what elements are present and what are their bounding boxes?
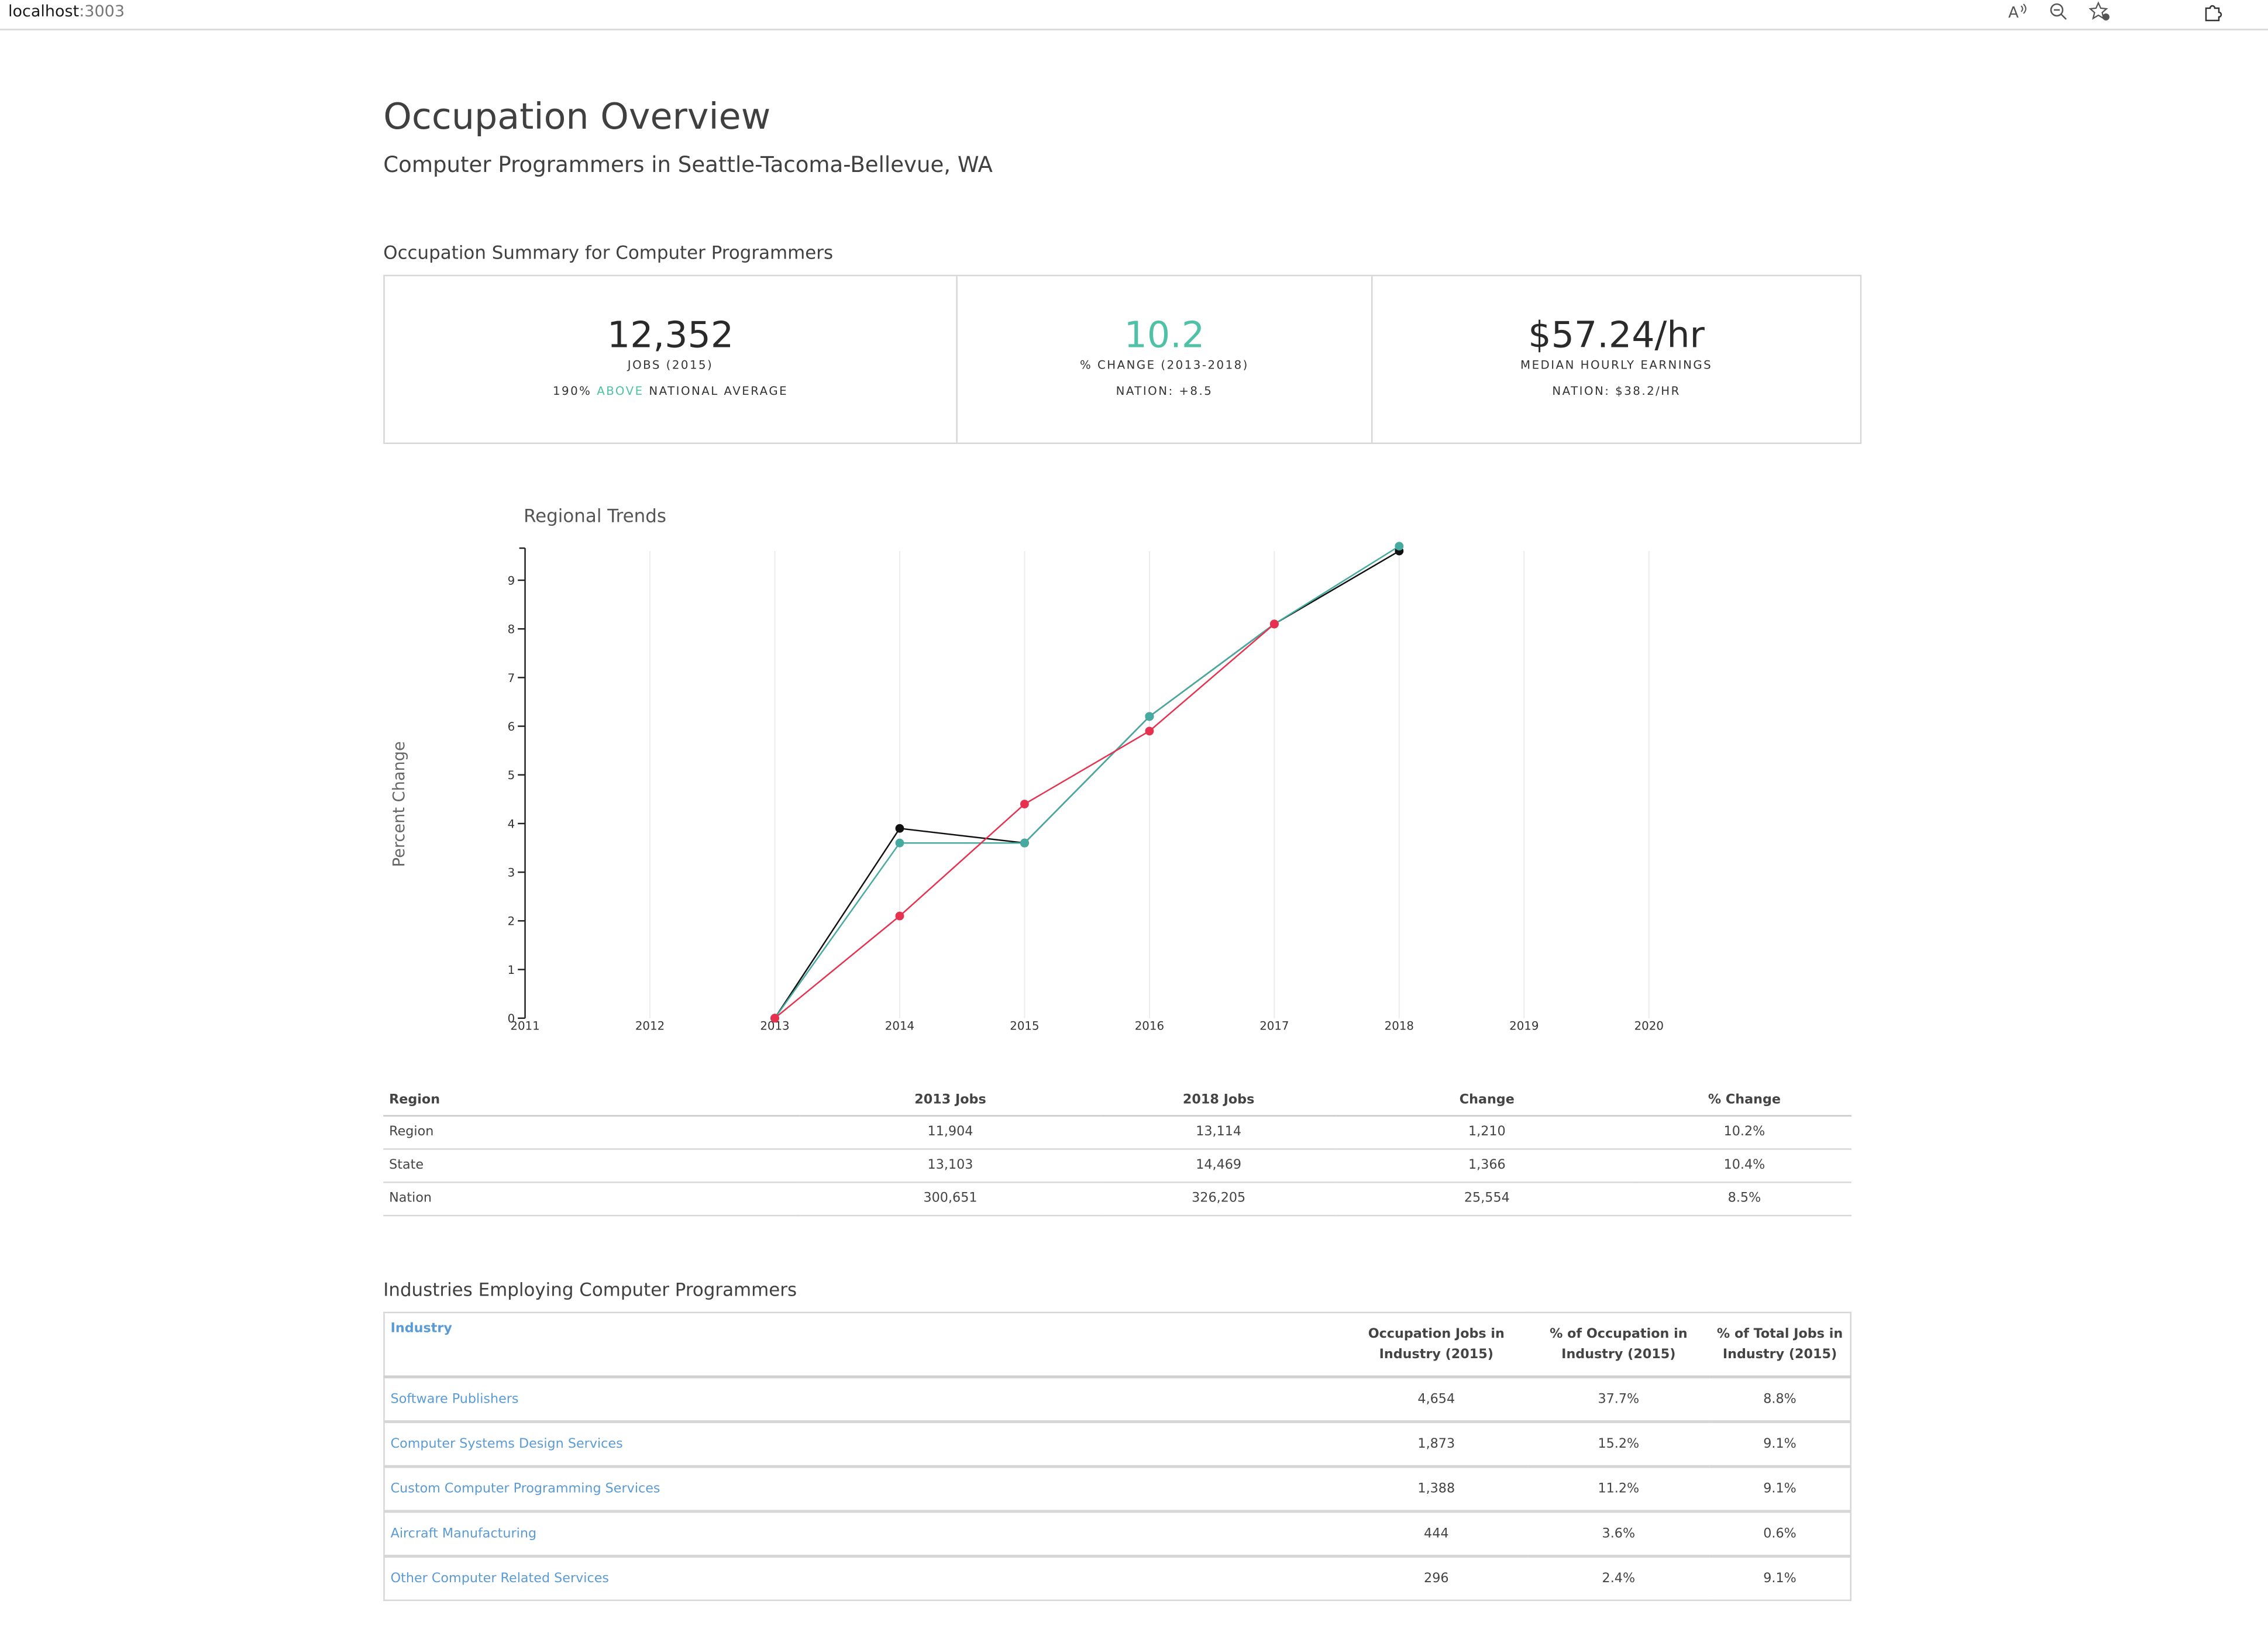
table-cell: 25,554	[1336, 1182, 1637, 1217]
series-line	[774, 545, 1400, 1019]
header-line: % of Occupation in	[1550, 1327, 1688, 1342]
table-cell: 8.5%	[1637, 1182, 1851, 1217]
column-header: Region	[383, 1084, 800, 1117]
x-tick-label: 2015	[1010, 1019, 1039, 1032]
table-row: State 13,103 14,469 1,366 10.4%	[383, 1149, 1851, 1183]
table-row: Computer Systems Design Services 1,873 1…	[384, 1421, 1851, 1468]
pct-total-column-header: % of Total Jobs in Industry (2015)	[1709, 1312, 1851, 1379]
data-point	[1269, 619, 1279, 629]
table-cell: Nation	[383, 1182, 800, 1217]
table-cell: 11.2%	[1527, 1466, 1710, 1513]
table-cell: 0.6%	[1709, 1511, 1851, 1558]
data-point	[895, 824, 904, 833]
industry-column-header[interactable]: Industry	[384, 1312, 1345, 1379]
y-tick-label: 5	[508, 769, 515, 782]
table-cell: 11,904	[800, 1115, 1101, 1150]
table-cell: 1,366	[1336, 1149, 1637, 1183]
table-cell: 13,114	[1100, 1115, 1337, 1150]
table-cell: 1,388	[1345, 1466, 1528, 1513]
data-point	[1020, 800, 1029, 809]
y-tick-label: 2	[508, 915, 515, 928]
header-line: % of Total Jobs in	[1716, 1327, 1843, 1342]
table-header-row: Industry Occupation Jobs in Industry (20…	[384, 1312, 1851, 1379]
table-cell: 9.1%	[1763, 1571, 1796, 1586]
column-header: 2013 Jobs	[800, 1084, 1101, 1117]
table-row: Custom Computer Programming Services 1,3…	[384, 1466, 1851, 1513]
table-row: Other Computer Related Services 296 2.4%…	[384, 1556, 1850, 1600]
table-cell: 9.1%	[1709, 1466, 1851, 1513]
industry-link[interactable]: Software Publishers	[384, 1376, 1345, 1424]
page-content: Occupation Overview Computer Programmers…	[0, 0, 2268, 1628]
table-cell: 13,103	[800, 1149, 1101, 1183]
x-tick-label: 2016	[1135, 1019, 1164, 1032]
y-tick-label: 1	[508, 963, 515, 977]
table-cell: 10.4%	[1637, 1149, 1851, 1183]
table-row: Region 11,904 13,114 1,210 10.2%	[383, 1115, 1851, 1150]
table-row: Software Publishers 4,654 37.7% 8.8%	[384, 1376, 1851, 1424]
industry-link[interactable]: Custom Computer Programming Services	[384, 1466, 1345, 1513]
table-cell: 444	[1345, 1511, 1528, 1558]
table-row: Nation 300,651 326,205 25,554 8.5%	[383, 1182, 1851, 1217]
x-tick-label: 2014	[885, 1019, 914, 1032]
y-tick-label: 4	[508, 817, 515, 831]
x-tick-label: 2019	[1509, 1019, 1539, 1032]
industries-table: Industry Occupation Jobs in Industry (20…	[383, 1311, 1851, 1602]
table-cell: 2.4%	[1602, 1571, 1636, 1586]
data-point	[1020, 838, 1029, 848]
column-header: 2018 Jobs	[1100, 1084, 1337, 1117]
y-tick-label: 3	[508, 866, 515, 880]
header-line: Industry (2015)	[1379, 1347, 1493, 1362]
y-tick-label: 6	[508, 720, 515, 733]
regional-comparison-table: Region 2013 Jobs 2018 Jobs Change % Chan…	[383, 1084, 1851, 1217]
table-header-row: Region 2013 Jobs 2018 Jobs Change % Chan…	[383, 1084, 1851, 1117]
table-cell: 14,469	[1100, 1149, 1337, 1183]
table-cell: 1,210	[1336, 1115, 1637, 1150]
header-line: Industry (2015)	[1722, 1347, 1837, 1362]
occupation-jobs-column-header: Occupation Jobs in Industry (2015)	[1345, 1312, 1528, 1379]
table-cell: 300,651	[800, 1182, 1101, 1217]
industry-link[interactable]: Computer Systems Design Services	[384, 1421, 1345, 1468]
industry-link[interactable]: Other Computer Related Services	[384, 1556, 1345, 1600]
y-tick-label: 8	[508, 623, 515, 636]
data-point	[770, 1014, 779, 1023]
table-cell: State	[383, 1149, 800, 1183]
table-cell: 37.7%	[1527, 1376, 1710, 1424]
y-tick-label: 9	[508, 574, 515, 587]
table-cell: Region	[383, 1115, 800, 1150]
pct-occupation-column-header: % of Occupation in Industry (2015)	[1527, 1312, 1710, 1379]
x-tick-label: 2012	[635, 1019, 665, 1032]
data-point	[1395, 542, 1404, 551]
x-tick-label: 2020	[1634, 1019, 1664, 1032]
header-line: Occupation Jobs in	[1368, 1327, 1505, 1342]
table-cell: 9.1%	[1709, 1421, 1851, 1468]
table-cell: 296	[1424, 1571, 1449, 1586]
data-point	[1145, 726, 1154, 736]
column-header: Change	[1336, 1084, 1637, 1117]
table-cell: 15.2%	[1527, 1421, 1710, 1468]
header-line: Industry (2015)	[1561, 1347, 1676, 1362]
table-cell: 10.2%	[1637, 1115, 1851, 1150]
x-tick-label: 2017	[1259, 1019, 1289, 1032]
column-header: % Change	[1637, 1084, 1851, 1117]
x-tick-label: 2018	[1385, 1019, 1414, 1032]
table-row: Aircraft Manufacturing 444 3.6% 0.6%	[384, 1511, 1851, 1558]
industries-section-title: Industries Employing Computer Programmer…	[383, 1278, 797, 1300]
table-cell: 8.8%	[1709, 1376, 1851, 1424]
table-cell: 4,654	[1345, 1376, 1528, 1424]
table-cell: 3.6%	[1527, 1511, 1710, 1558]
table-cell: 326,205	[1100, 1182, 1337, 1217]
table-cell: 1,873	[1345, 1421, 1528, 1468]
series-line	[774, 550, 1400, 1019]
data-point	[1145, 712, 1154, 721]
industry-link[interactable]: Aircraft Manufacturing	[384, 1511, 1345, 1558]
data-point	[895, 911, 904, 921]
y-tick-label: 7	[508, 671, 515, 685]
data-point	[895, 838, 904, 848]
x-tick-label: 2011	[510, 1019, 539, 1032]
